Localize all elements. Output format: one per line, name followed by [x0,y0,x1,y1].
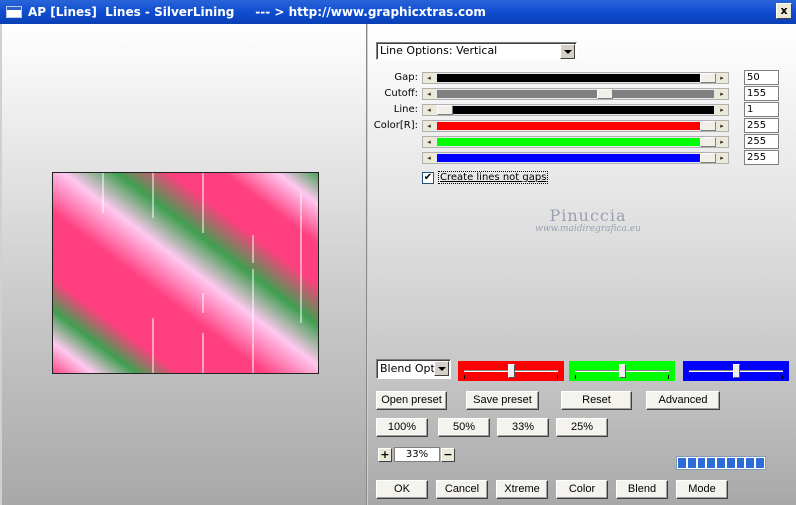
slider-label: Cutoff: [384,88,418,99]
slider-value-field[interactable]: 1 [744,102,779,117]
preview-image [52,172,319,374]
arrow-right-icon[interactable]: ▸ [716,105,728,115]
action-button-2[interactable]: Xtreme [496,480,548,499]
create-lines-checkbox[interactable]: ✔ [422,171,434,184]
preview-pane [2,24,367,505]
watermark-name: Pinuccia [549,206,627,225]
slider-value-field[interactable]: 155 [744,86,779,101]
color-slider-knob[interactable] [732,364,740,378]
blend-options-dropdown[interactable]: Blend Optio [376,359,451,379]
slider-value-field[interactable]: 50 [744,70,779,85]
color-slider-knob[interactable] [618,364,626,378]
watermark: Pinuccia www.maidiregrafica.eu [488,206,688,234]
arrow-left-icon[interactable]: ◂ [423,89,435,99]
slider-label: Line: [393,104,418,115]
slider-label: Color[R]: [373,120,418,131]
chevron-down-icon[interactable] [434,361,449,376]
controls-pane: Line Options: Vertical Gap: ◂ ▸ 50 Cutoff: ◂ ▸… [368,24,796,505]
arrow-left-icon[interactable]: ◂ [423,137,435,147]
title-bar: AP [Lines] Lines - SilverLining --- > ht… [0,0,796,24]
action-button-0[interactable]: OK [376,480,428,499]
slider-track[interactable] [437,106,714,114]
arrow-left-icon[interactable]: ◂ [423,153,435,163]
zoom-button-2[interactable]: 33% [497,418,549,437]
slider-value-field[interactable]: 255 [744,134,779,149]
zoom-button-3[interactable]: 25% [556,418,608,437]
slider-track[interactable] [437,74,714,82]
progress-segment [678,458,686,468]
slider-value-field[interactable]: 255 [744,118,779,133]
preview-gradient [53,173,318,373]
slider-thumb[interactable] [437,105,453,115]
zoom-button-0[interactable]: 100% [376,418,428,437]
create-lines-checkbox-row[interactable]: ✔ Create lines not gaps [422,171,549,184]
progress-segment [756,458,765,468]
arrow-left-icon[interactable]: ◂ [423,73,435,83]
slider-label: Gap: [394,72,418,83]
zoom-out-button[interactable]: − [441,448,455,462]
slider-track[interactable] [437,90,714,98]
progress-segment [687,458,696,468]
slider-track[interactable] [437,138,714,146]
arrow-right-icon[interactable]: ▸ [716,73,728,83]
create-lines-label[interactable]: Create lines not gaps [438,171,549,184]
progress-segment [707,458,716,468]
progress-segment [697,458,706,468]
slider-track[interactable] [437,122,714,130]
color-slider[interactable] [683,361,789,381]
line-options-dropdown[interactable]: Line Options: Vertical [376,42,577,60]
arrow-left-icon[interactable]: ◂ [423,121,435,131]
arrow-right-icon[interactable]: ▸ [716,89,728,99]
slider-value-field[interactable]: 255 [744,150,779,165]
progress-segment [736,458,745,468]
arrow-right-icon[interactable]: ▸ [716,121,728,131]
chevron-down-icon[interactable] [560,44,575,59]
slider[interactable]: ◂ ▸ [422,120,729,132]
color-slider[interactable] [569,361,675,381]
zoom-value-field[interactable]: 33% [394,447,440,462]
progress-segment [726,458,735,468]
arrow-left-icon[interactable]: ◂ [423,105,435,115]
preset-button-2[interactable]: Reset [561,391,632,410]
preset-button-3[interactable]: Advanced [646,391,720,410]
line-options-value: Line Options: Vertical [380,44,498,57]
color-slider-knob[interactable] [507,364,515,378]
action-button-1[interactable]: Cancel [436,480,488,499]
slider-thumb[interactable] [597,89,614,99]
action-button-5[interactable]: Mode [676,480,728,499]
slider-thumb[interactable] [700,137,716,147]
progress-segment [746,458,755,468]
zoom-in-button[interactable]: + [378,448,392,462]
zoom-button-1[interactable]: 50% [438,418,490,437]
preset-button-1[interactable]: Save preset [466,391,539,410]
watermark-url: www.maidiregrafica.eu [535,224,641,234]
progress-indicator [676,456,766,470]
preview-canvas [53,173,318,373]
slider[interactable]: ◂ ▸ [422,72,729,84]
arrow-right-icon[interactable]: ▸ [716,137,728,147]
window-title: AP [Lines] Lines - SilverLining --- > ht… [28,5,486,19]
progress-segment [717,458,725,468]
action-button-4[interactable]: Blend [616,480,668,499]
slider-thumb[interactable] [700,73,716,83]
preset-button-0[interactable]: Open preset [376,391,447,410]
close-button[interactable]: x [776,3,792,19]
color-slider[interactable] [458,361,564,381]
slider[interactable]: ◂ ▸ [422,104,729,116]
slider[interactable]: ◂ ▸ [422,88,729,100]
window-icon[interactable] [6,6,22,18]
slider-thumb[interactable] [700,153,716,163]
action-button-3[interactable]: Color [556,480,608,499]
arrow-right-icon[interactable]: ▸ [716,153,728,163]
slider[interactable]: ◂ ▸ [422,136,729,148]
slider-track[interactable] [437,154,714,162]
slider-thumb[interactable] [700,121,716,131]
slider[interactable]: ◂ ▸ [422,152,729,164]
